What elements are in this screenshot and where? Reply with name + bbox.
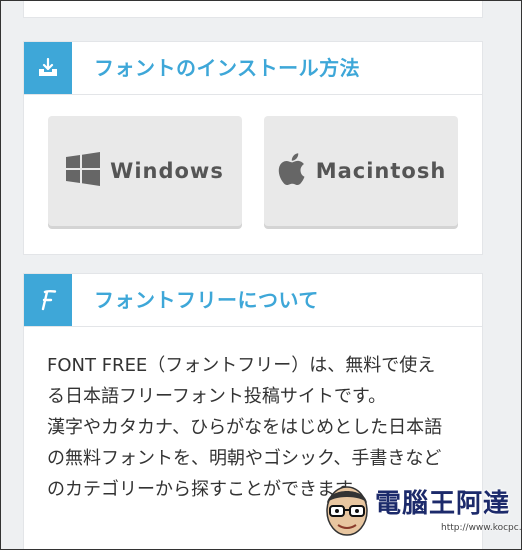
letter-f-icon: [24, 274, 72, 326]
macintosh-button[interactable]: Macintosh: [264, 116, 458, 226]
macintosh-button-label: Macintosh: [315, 159, 447, 183]
install-section-title: フォントのインストール方法: [94, 56, 361, 80]
watermark-text: 電腦王阿達: [375, 489, 511, 519]
windows-logo-icon: [66, 152, 101, 190]
about-card-header: フォントフリーについて: [24, 274, 482, 327]
mascot-face-icon: [326, 486, 368, 536]
screenshot-frame: フォントのインストール方法 Windows Macintosh フォントフリーに…: [0, 0, 522, 550]
watermark-url: http://www.kocpc.com.tw: [441, 523, 522, 533]
install-card-header: フォントのインストール方法: [24, 42, 482, 95]
windows-button-label: Windows: [110, 159, 224, 183]
about-paragraph: FONT FREE（フォントフリー）は、無料で使える日本語フリーフォント投稿サイ…: [47, 355, 436, 407]
about-section-title: フォントフリーについて: [94, 288, 319, 312]
download-tray-icon: [24, 42, 72, 94]
install-card: フォントのインストール方法 Windows Macintosh: [23, 41, 483, 255]
previous-card-bottom: [23, 1, 483, 18]
watermark: 電腦王阿達 http://www.kocpc.com.tw: [321, 481, 522, 541]
apple-logo-icon: [276, 152, 306, 190]
windows-button[interactable]: Windows: [48, 116, 242, 226]
